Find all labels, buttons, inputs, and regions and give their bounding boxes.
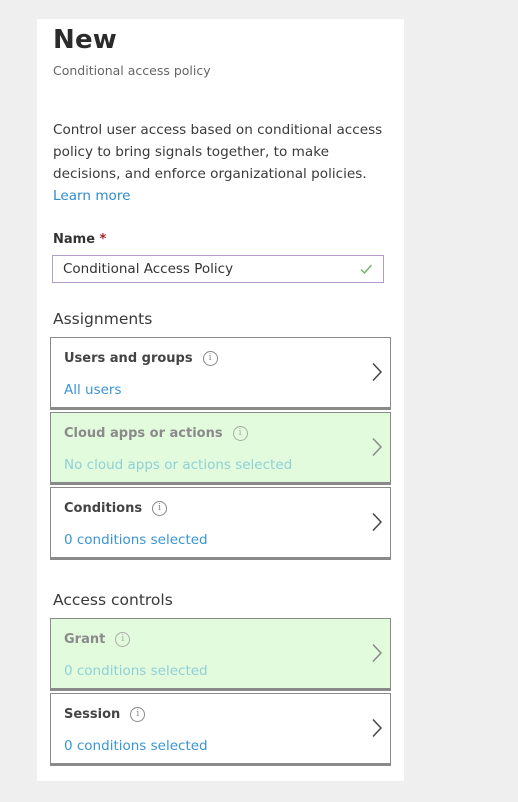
conditions-card[interactable]: Conditions i 0 conditions selected <box>50 487 391 560</box>
card-title: Session i <box>64 707 146 722</box>
card-title-text: Cloud apps or actions <box>64 426 223 441</box>
grant-card[interactable]: Grant i 0 conditions selected <box>50 618 391 691</box>
name-input-value: Conditional Access Policy <box>63 261 234 277</box>
learn-more-link[interactable]: Learn more <box>53 188 131 204</box>
card-title-text: Conditions <box>64 501 143 516</box>
info-icon[interactable]: i <box>130 707 146 722</box>
chevron-right-icon <box>372 718 382 738</box>
chevron-right-icon <box>372 362 382 382</box>
chevron-right-icon <box>372 643 382 663</box>
card-value: All users <box>64 382 122 398</box>
name-label: Name * <box>53 232 106 247</box>
card-value: 0 conditions selected <box>64 738 208 754</box>
new-policy-panel: New Conditional access policy Control us… <box>37 19 404 781</box>
cloud-apps-card[interactable]: Cloud apps or actions i No cloud apps or… <box>50 412 391 485</box>
card-title: Conditions i <box>64 501 168 516</box>
session-card[interactable]: Session i 0 conditions selected <box>50 693 391 766</box>
description-text: Control user access based on conditional… <box>53 122 383 182</box>
name-label-text: Name <box>53 232 96 247</box>
card-value: 0 conditions selected <box>64 663 208 679</box>
card-title-text: Session <box>64 707 121 722</box>
card-value: No cloud apps or actions selected <box>64 457 293 473</box>
info-icon[interactable]: i <box>115 632 131 647</box>
check-icon <box>360 264 373 275</box>
card-title-text: Grant <box>64 632 106 647</box>
card-value: 0 conditions selected <box>64 532 208 548</box>
chevron-right-icon <box>372 437 382 457</box>
info-icon[interactable]: i <box>152 501 168 516</box>
card-title-text: Users and groups <box>64 351 193 366</box>
assignments-header: Assignments <box>53 310 153 328</box>
access-controls-header: Access controls <box>53 591 173 609</box>
page-subtitle: Conditional access policy <box>53 63 211 78</box>
info-icon[interactable]: i <box>232 426 248 441</box>
chevron-right-icon <box>372 512 382 532</box>
description: Control user access based on conditional… <box>53 119 383 207</box>
users-and-groups-card[interactable]: Users and groups i All users <box>50 337 391 410</box>
info-icon[interactable]: i <box>202 351 218 366</box>
name-input[interactable]: Conditional Access Policy <box>52 255 384 283</box>
required-marker: * <box>99 232 107 247</box>
page-title: New <box>53 25 118 55</box>
card-title: Grant i <box>64 632 131 647</box>
card-title: Users and groups i <box>64 351 218 366</box>
card-title: Cloud apps or actions i <box>64 426 248 441</box>
